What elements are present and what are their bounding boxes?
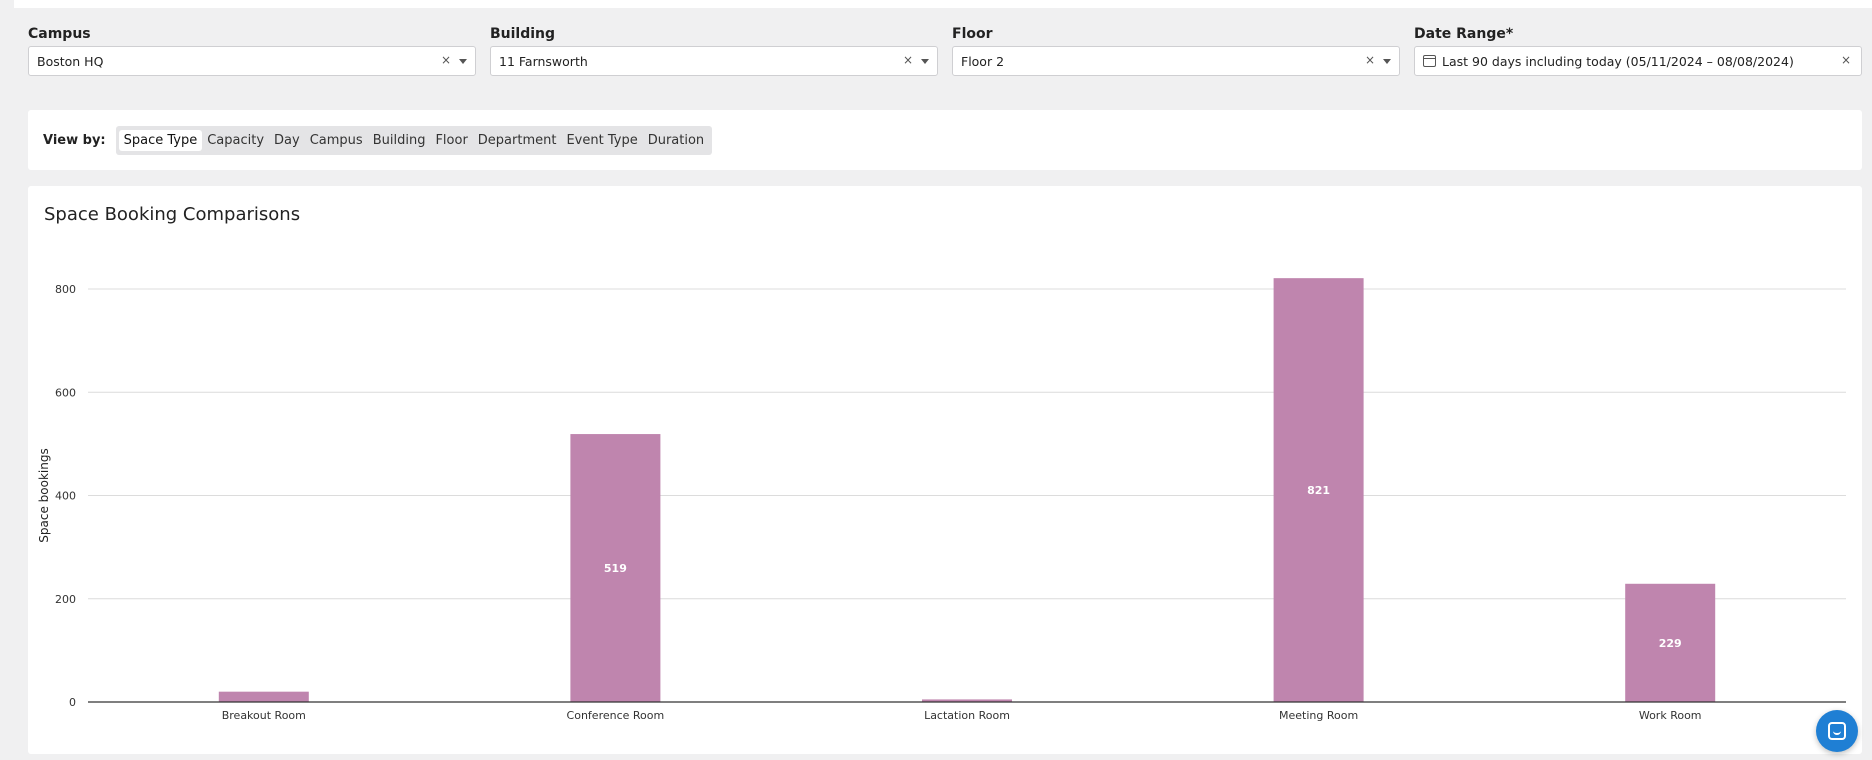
bar (218, 691, 309, 702)
filter-bar: Campus Boston HQ × Building 11 Farnswort… (28, 24, 1862, 80)
x-tick-label: Lactation Room (924, 709, 1010, 722)
y-axis-label: Space bookings (37, 448, 51, 542)
floor-filter: Floor Floor 2 × (952, 24, 1400, 76)
floor-label: Floor (952, 26, 993, 42)
floor-value: Floor 2 (961, 53, 1005, 69)
x-tick-label: Breakout Room (222, 709, 306, 722)
date-range-picker[interactable]: Last 90 days including today (05/11/2024… (1414, 46, 1862, 76)
building-chevron-down-icon[interactable] (921, 59, 929, 64)
floor-clear-icon[interactable]: × (1365, 53, 1375, 67)
tab-day[interactable]: Day (269, 130, 305, 151)
bar-chart: 0 200 400 600 800 Space bookings Breakout Room… (37, 278, 1846, 722)
tab-duration[interactable]: Duration (643, 130, 709, 151)
campus-label: Campus (28, 26, 91, 42)
bar-data-label: 519 (604, 562, 627, 575)
building-filter: Building 11 Farnsworth × (490, 24, 938, 76)
building-select[interactable]: 11 Farnsworth × (490, 46, 938, 76)
tab-event-type[interactable]: Event Type (561, 130, 642, 151)
calendar-icon (1423, 55, 1436, 67)
tab-floor[interactable]: Floor (430, 130, 472, 151)
required-mark: * (1505, 26, 1514, 42)
view-by-panel: View by: Space Type Capacity Day Campus … (28, 110, 1862, 170)
tab-campus[interactable]: Campus (305, 130, 368, 151)
x-tick-label: Work Room (1639, 709, 1702, 722)
building-clear-icon[interactable]: × (903, 53, 913, 67)
chat-help-button[interactable] (1816, 710, 1858, 752)
view-by-label: View by: (43, 132, 106, 148)
tab-department[interactable]: Department (473, 130, 562, 151)
tab-space-type[interactable]: Space Type (118, 129, 203, 151)
date-range-label-text: Date Range (1414, 26, 1506, 42)
top-strip (14, 0, 1872, 8)
building-value: 11 Farnsworth (499, 53, 588, 69)
floor-chevron-down-icon[interactable] (1383, 59, 1391, 64)
bar-data-label: 229 (1659, 637, 1682, 650)
campus-chevron-down-icon[interactable] (459, 59, 467, 64)
x-tick-label: Conference Room (567, 709, 665, 722)
tab-capacity[interactable]: Capacity (202, 130, 269, 151)
date-range-label: Date Range* (1414, 24, 1862, 46)
y-tick-label: 200 (55, 593, 76, 606)
y-tick-label: 0 (69, 696, 76, 709)
y-tick-label: 600 (55, 386, 76, 399)
campus-clear-icon[interactable]: × (441, 53, 451, 67)
date-range-filter: Date Range* Last 90 days including today… (1414, 24, 1862, 76)
building-label: Building (490, 26, 556, 42)
chat-icon (1828, 722, 1846, 740)
view-by-tabs: Space Type Capacity Day Campus Building … (115, 125, 713, 155)
date-range-value: Last 90 days including today (05/11/2024… (1442, 53, 1794, 69)
x-tick-label: Meeting Room (1279, 709, 1358, 722)
date-range-clear-icon[interactable]: × (1841, 53, 1851, 67)
campus-value: Boston HQ (37, 53, 104, 69)
bar-data-label: 821 (1307, 484, 1330, 497)
chart-panel: Space Booking Comparisons 0 200 400 600 800 S… (28, 186, 1862, 754)
campus-select[interactable]: Boston HQ × (28, 46, 476, 76)
y-tick-label: 800 (55, 283, 76, 296)
tab-building[interactable]: Building (368, 130, 431, 151)
y-tick-label: 400 (55, 490, 76, 503)
floor-select[interactable]: Floor 2 × (952, 46, 1400, 76)
campus-filter: Campus Boston HQ × (28, 24, 476, 76)
